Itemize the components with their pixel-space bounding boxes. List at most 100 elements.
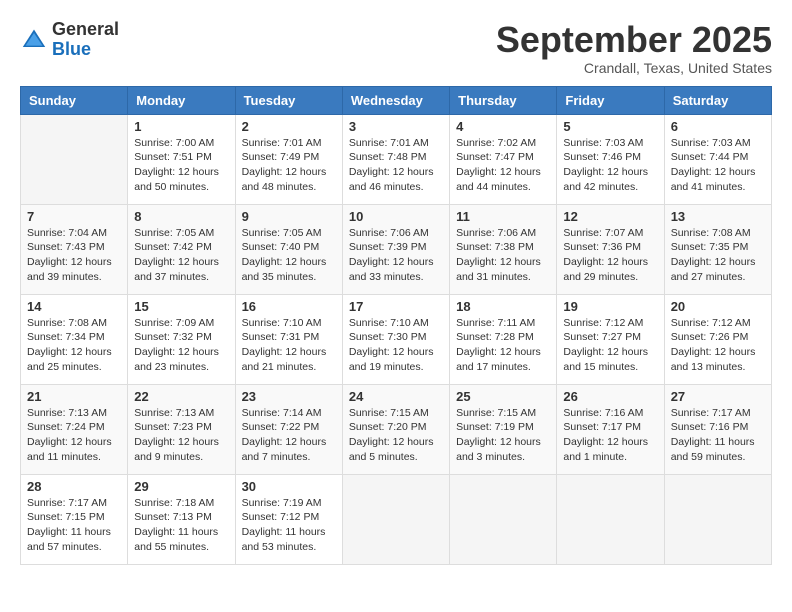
day-info: Sunrise: 7:16 AM Sunset: 7:17 PM Dayligh… (563, 406, 657, 465)
logo-icon (20, 26, 48, 54)
calendar-cell: 22 Sunrise: 7:13 AM Sunset: 7:23 PM Dayli… (128, 384, 235, 474)
day-info: Sunrise: 7:07 AM Sunset: 7:36 PM Dayligh… (563, 226, 657, 285)
day-number: 5 (563, 119, 657, 134)
day-info: Sunrise: 7:13 AM Sunset: 7:24 PM Dayligh… (27, 406, 121, 465)
calendar-cell (664, 474, 771, 564)
day-info: Sunrise: 7:02 AM Sunset: 7:47 PM Dayligh… (456, 136, 550, 195)
calendar-cell: 16 Sunrise: 7:10 AM Sunset: 7:31 PM Dayli… (235, 294, 342, 384)
calendar-cell (450, 474, 557, 564)
day-number: 20 (671, 299, 765, 314)
calendar-week-5: 28Sunrise: 7:17 AM Sunset: 7:15 PM Dayli… (21, 474, 772, 564)
calendar-cell: 23 Sunrise: 7:14 AM Sunset: 7:22 PM Dayli… (235, 384, 342, 474)
calendar-cell: 17 Sunrise: 7:10 AM Sunset: 7:30 PM Dayli… (342, 294, 449, 384)
calendar-cell: 15 Sunrise: 7:09 AM Sunset: 7:32 PM Dayli… (128, 294, 235, 384)
calendar-cell: 10 Sunrise: 7:06 AM Sunset: 7:39 PM Dayli… (342, 204, 449, 294)
day-info: Sunrise: 7:06 AM Sunset: 7:38 PM Dayligh… (456, 226, 550, 285)
calendar-cell: 26 Sunrise: 7:16 AM Sunset: 7:17 PM Dayli… (557, 384, 664, 474)
calendar-cell: 25Sunrise: 7:15 AM Sunset: 7:19 PM Dayli… (450, 384, 557, 474)
calendar-cell: 14Sunrise: 7:08 AM Sunset: 7:34 PM Dayli… (21, 294, 128, 384)
day-number: 8 (134, 209, 228, 224)
day-number: 12 (563, 209, 657, 224)
day-number: 26 (563, 389, 657, 404)
calendar-cell: 5 Sunrise: 7:03 AM Sunset: 7:46 PM Daylig… (557, 114, 664, 204)
day-info: Sunrise: 7:01 AM Sunset: 7:48 PM Dayligh… (349, 136, 443, 195)
day-number: 30 (242, 479, 336, 494)
day-info: Sunrise: 7:11 AM Sunset: 7:28 PM Dayligh… (456, 316, 550, 375)
day-number: 15 (134, 299, 228, 314)
calendar-cell: 11 Sunrise: 7:06 AM Sunset: 7:38 PM Dayli… (450, 204, 557, 294)
weekday-header-row: SundayMondayTuesdayWednesdayThursdayFrid… (21, 86, 772, 114)
weekday-header-monday: Monday (128, 86, 235, 114)
day-number: 6 (671, 119, 765, 134)
day-number: 19 (563, 299, 657, 314)
day-info: Sunrise: 7:04 AM Sunset: 7:43 PM Dayligh… (27, 226, 121, 285)
calendar-cell: 20 Sunrise: 7:12 AM Sunset: 7:26 PM Dayli… (664, 294, 771, 384)
title-section: September 2025 Crandall, Texas, United S… (496, 20, 772, 76)
day-info: Sunrise: 7:10 AM Sunset: 7:31 PM Dayligh… (242, 316, 336, 375)
calendar-cell (21, 114, 128, 204)
day-info: Sunrise: 7:15 AM Sunset: 7:19 PM Dayligh… (456, 406, 550, 465)
day-number: 22 (134, 389, 228, 404)
calendar-cell: 27Sunrise: 7:17 AM Sunset: 7:16 PM Dayli… (664, 384, 771, 474)
day-info: Sunrise: 7:18 AM Sunset: 7:13 PM Dayligh… (134, 496, 228, 555)
day-number: 17 (349, 299, 443, 314)
day-number: 10 (349, 209, 443, 224)
day-info: Sunrise: 7:08 AM Sunset: 7:35 PM Dayligh… (671, 226, 765, 285)
day-number: 27 (671, 389, 765, 404)
weekday-header-wednesday: Wednesday (342, 86, 449, 114)
calendar-cell: 4 Sunrise: 7:02 AM Sunset: 7:47 PM Daylig… (450, 114, 557, 204)
day-info: Sunrise: 7:14 AM Sunset: 7:22 PM Dayligh… (242, 406, 336, 465)
calendar-week-1: 1 Sunrise: 7:00 AM Sunset: 7:51 PM Daylig… (21, 114, 772, 204)
calendar-cell: 21 Sunrise: 7:13 AM Sunset: 7:24 PM Dayli… (21, 384, 128, 474)
calendar-cell: 1 Sunrise: 7:00 AM Sunset: 7:51 PM Daylig… (128, 114, 235, 204)
weekday-header-saturday: Saturday (664, 86, 771, 114)
weekday-header-tuesday: Tuesday (235, 86, 342, 114)
calendar-cell: 18 Sunrise: 7:11 AM Sunset: 7:28 PM Dayli… (450, 294, 557, 384)
day-info: Sunrise: 7:12 AM Sunset: 7:26 PM Dayligh… (671, 316, 765, 375)
day-number: 23 (242, 389, 336, 404)
calendar-cell: 24Sunrise: 7:15 AM Sunset: 7:20 PM Dayli… (342, 384, 449, 474)
day-number: 21 (27, 389, 121, 404)
calendar-cell: 29Sunrise: 7:18 AM Sunset: 7:13 PM Dayli… (128, 474, 235, 564)
calendar-cell: 9Sunrise: 7:05 AM Sunset: 7:40 PM Daylig… (235, 204, 342, 294)
day-number: 18 (456, 299, 550, 314)
day-number: 1 (134, 119, 228, 134)
day-info: Sunrise: 7:09 AM Sunset: 7:32 PM Dayligh… (134, 316, 228, 375)
day-number: 4 (456, 119, 550, 134)
calendar-cell: 2 Sunrise: 7:01 AM Sunset: 7:49 PM Daylig… (235, 114, 342, 204)
weekday-header-friday: Friday (557, 86, 664, 114)
day-number: 16 (242, 299, 336, 314)
day-info: Sunrise: 7:00 AM Sunset: 7:51 PM Dayligh… (134, 136, 228, 195)
calendar-cell: 19 Sunrise: 7:12 AM Sunset: 7:27 PM Dayli… (557, 294, 664, 384)
calendar-cell: 7 Sunrise: 7:04 AM Sunset: 7:43 PM Daylig… (21, 204, 128, 294)
location-text: Crandall, Texas, United States (496, 60, 772, 76)
day-info: Sunrise: 7:12 AM Sunset: 7:27 PM Dayligh… (563, 316, 657, 375)
weekday-header-sunday: Sunday (21, 86, 128, 114)
calendar-week-4: 21 Sunrise: 7:13 AM Sunset: 7:24 PM Dayli… (21, 384, 772, 474)
calendar-cell: 3Sunrise: 7:01 AM Sunset: 7:48 PM Daylig… (342, 114, 449, 204)
day-info: Sunrise: 7:13 AM Sunset: 7:23 PM Dayligh… (134, 406, 228, 465)
day-info: Sunrise: 7:01 AM Sunset: 7:49 PM Dayligh… (242, 136, 336, 195)
day-info: Sunrise: 7:05 AM Sunset: 7:40 PM Dayligh… (242, 226, 336, 285)
page-header: General Blue September 2025 Crandall, Te… (20, 20, 772, 76)
day-info: Sunrise: 7:06 AM Sunset: 7:39 PM Dayligh… (349, 226, 443, 285)
day-info: Sunrise: 7:03 AM Sunset: 7:46 PM Dayligh… (563, 136, 657, 195)
day-number: 28 (27, 479, 121, 494)
day-number: 2 (242, 119, 336, 134)
logo: General Blue (20, 20, 119, 60)
calendar-cell: 13 Sunrise: 7:08 AM Sunset: 7:35 PM Dayli… (664, 204, 771, 294)
calendar-cell: 12 Sunrise: 7:07 AM Sunset: 7:36 PM Dayli… (557, 204, 664, 294)
day-info: Sunrise: 7:05 AM Sunset: 7:42 PM Dayligh… (134, 226, 228, 285)
weekday-header-thursday: Thursday (450, 86, 557, 114)
logo-general-text: General (52, 20, 119, 40)
day-info: Sunrise: 7:10 AM Sunset: 7:30 PM Dayligh… (349, 316, 443, 375)
day-number: 11 (456, 209, 550, 224)
day-number: 7 (27, 209, 121, 224)
calendar-cell: 28Sunrise: 7:17 AM Sunset: 7:15 PM Dayli… (21, 474, 128, 564)
calendar-cell: 8 Sunrise: 7:05 AM Sunset: 7:42 PM Daylig… (128, 204, 235, 294)
logo-blue-text: Blue (52, 40, 119, 60)
day-number: 13 (671, 209, 765, 224)
calendar-table: SundayMondayTuesdayWednesdayThursdayFrid… (20, 86, 772, 565)
calendar-cell (557, 474, 664, 564)
day-info: Sunrise: 7:03 AM Sunset: 7:44 PM Dayligh… (671, 136, 765, 195)
